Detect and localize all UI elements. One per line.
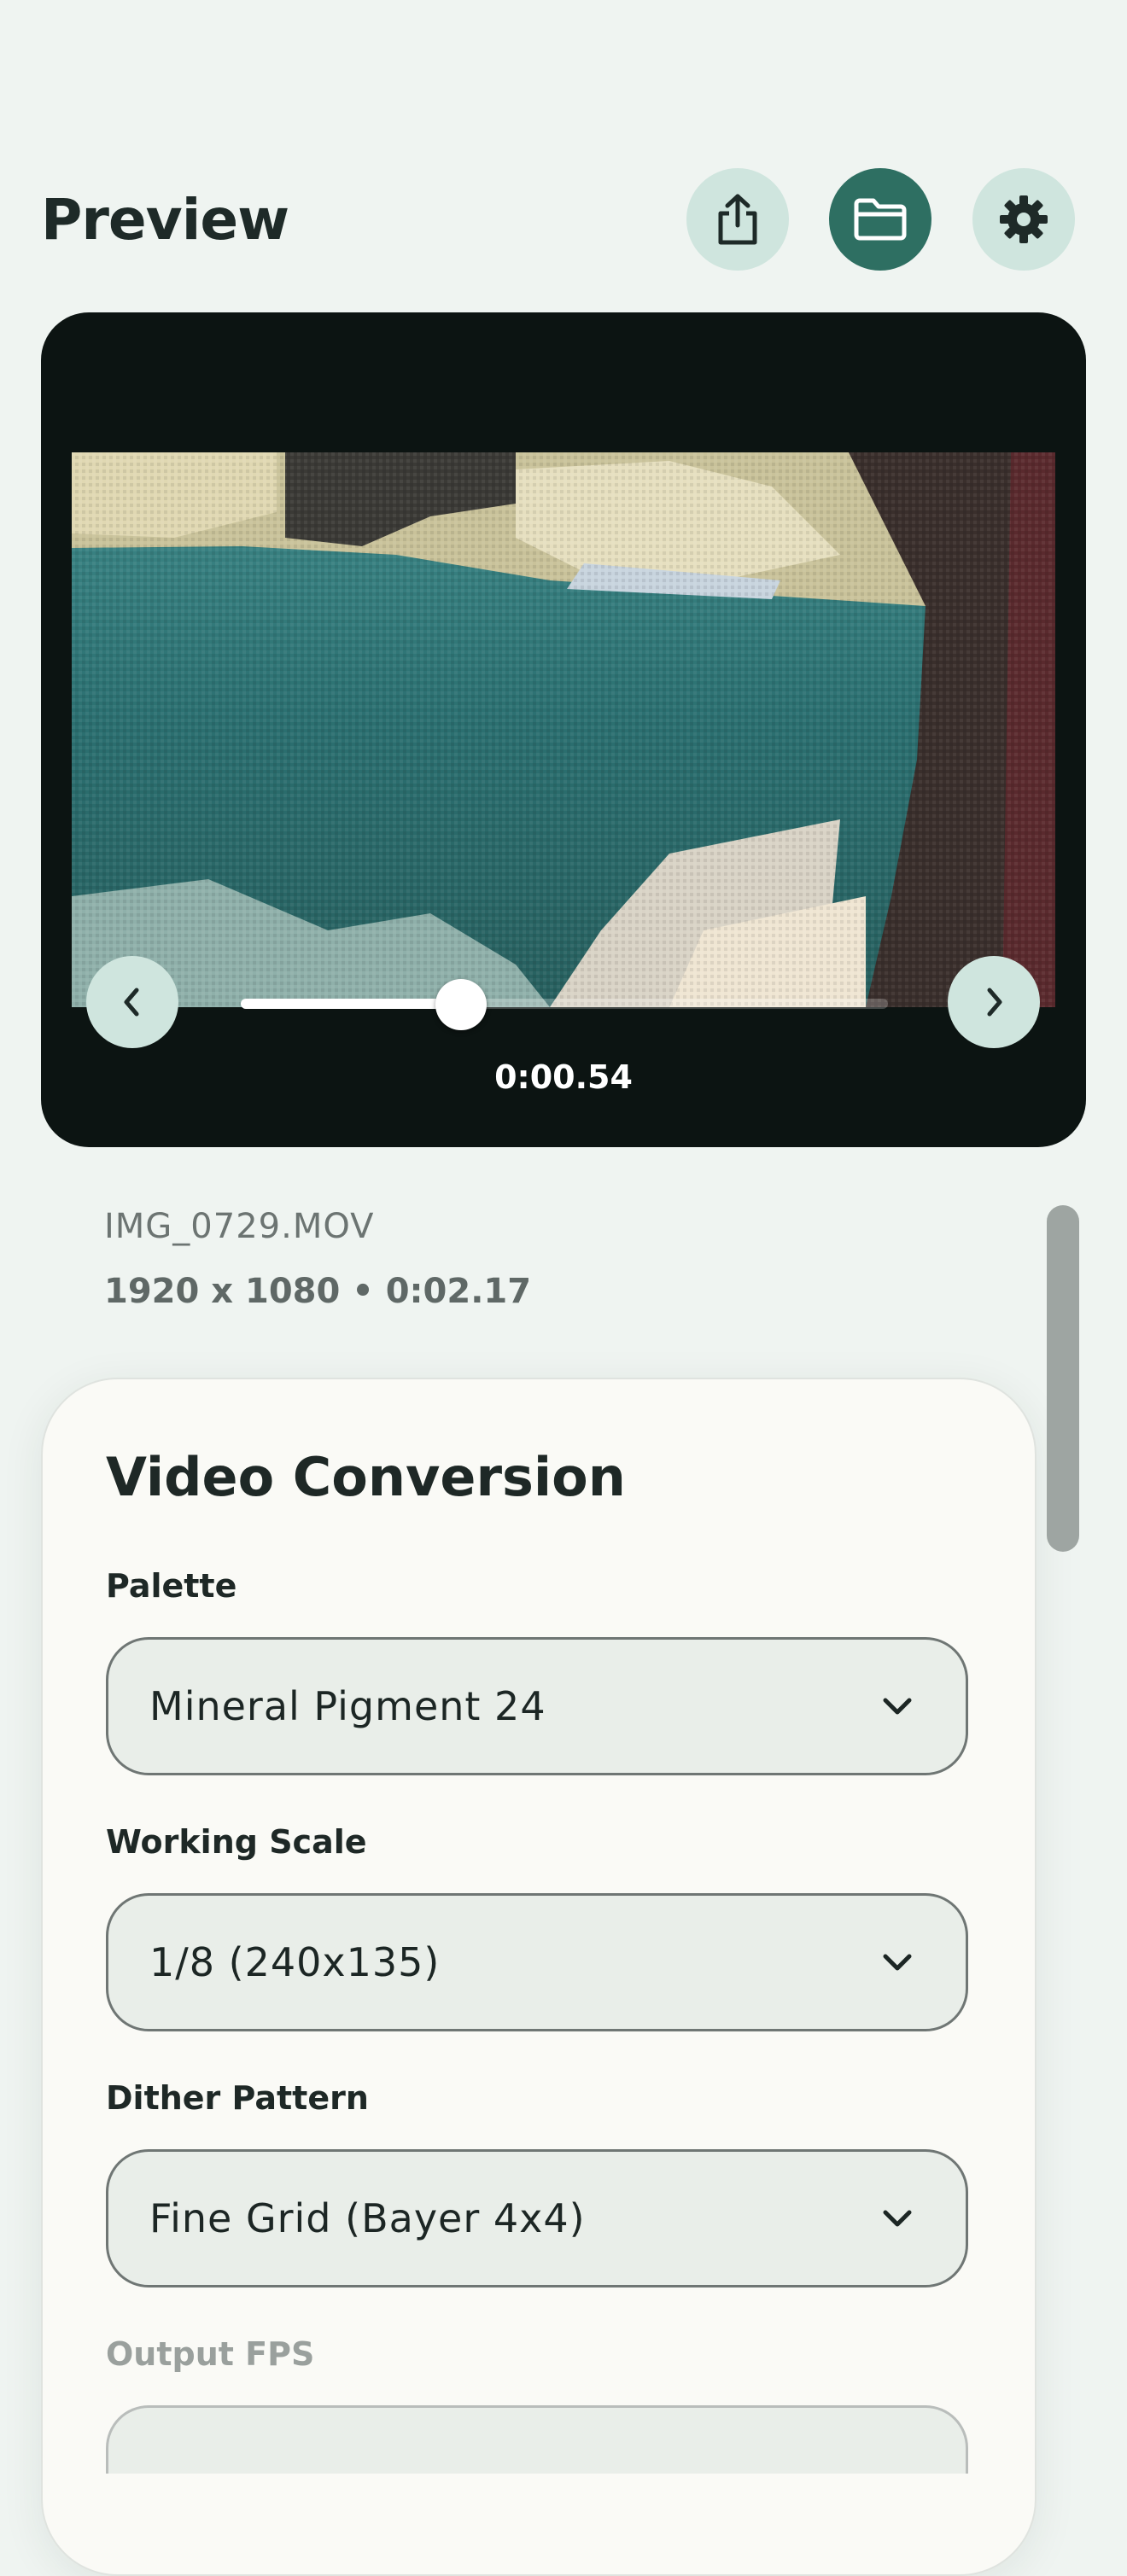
dither-pattern-value: Fine Grid (Bayer 4x4)	[149, 2195, 586, 2241]
folder-icon	[854, 198, 907, 241]
chevron-left-icon	[124, 988, 139, 1017]
palette-value: Mineral Pigment 24	[149, 1683, 546, 1729]
video-frame	[72, 452, 1055, 1007]
previous-frame-button[interactable]	[86, 956, 178, 1048]
scrollbar[interactable]	[1047, 1205, 1079, 1552]
working-scale-select[interactable]: 1/8 (240x135)	[106, 1893, 968, 2031]
working-scale-value: 1/8 (240x135)	[149, 1939, 441, 1985]
scrubber-track[interactable]	[241, 999, 888, 1009]
chevron-down-icon	[883, 1954, 912, 1971]
share-button[interactable]	[686, 168, 789, 271]
output-fps-label: Output FPS	[106, 2335, 315, 2373]
chevron-down-icon	[883, 2210, 912, 2227]
file-name: IMG_0729.MOV	[104, 1207, 375, 1246]
dither-pattern-label: Dither Pattern	[106, 2079, 369, 2117]
palette-select[interactable]: Mineral Pigment 24	[106, 1637, 968, 1775]
scrubber-handle[interactable]	[435, 979, 487, 1030]
dither-pattern-select[interactable]: Fine Grid (Bayer 4x4)	[106, 2149, 968, 2288]
video-conversion-card: Video Conversion Palette Mineral Pigment…	[41, 1378, 1036, 2576]
video-frame-image	[72, 452, 1055, 1007]
output-fps-select[interactable]	[106, 2405, 968, 2474]
gear-icon	[1000, 195, 1048, 243]
page-title: Preview	[41, 187, 289, 253]
video-player[interactable]	[41, 312, 1086, 1147]
settings-button[interactable]	[972, 168, 1075, 271]
card-title: Video Conversion	[106, 1446, 626, 1508]
file-meta: 1920 x 1080 • 0:02.17	[104, 1272, 532, 1311]
share-icon	[718, 194, 757, 245]
timecode: 0:00.54	[494, 1058, 633, 1096]
next-frame-button[interactable]	[948, 956, 1040, 1048]
chevron-down-icon	[883, 1698, 912, 1715]
chevron-right-icon	[987, 988, 1002, 1017]
working-scale-label: Working Scale	[106, 1823, 367, 1861]
open-file-button[interactable]	[829, 168, 931, 271]
scrubber-progress	[241, 999, 461, 1009]
palette-label: Palette	[106, 1567, 237, 1605]
